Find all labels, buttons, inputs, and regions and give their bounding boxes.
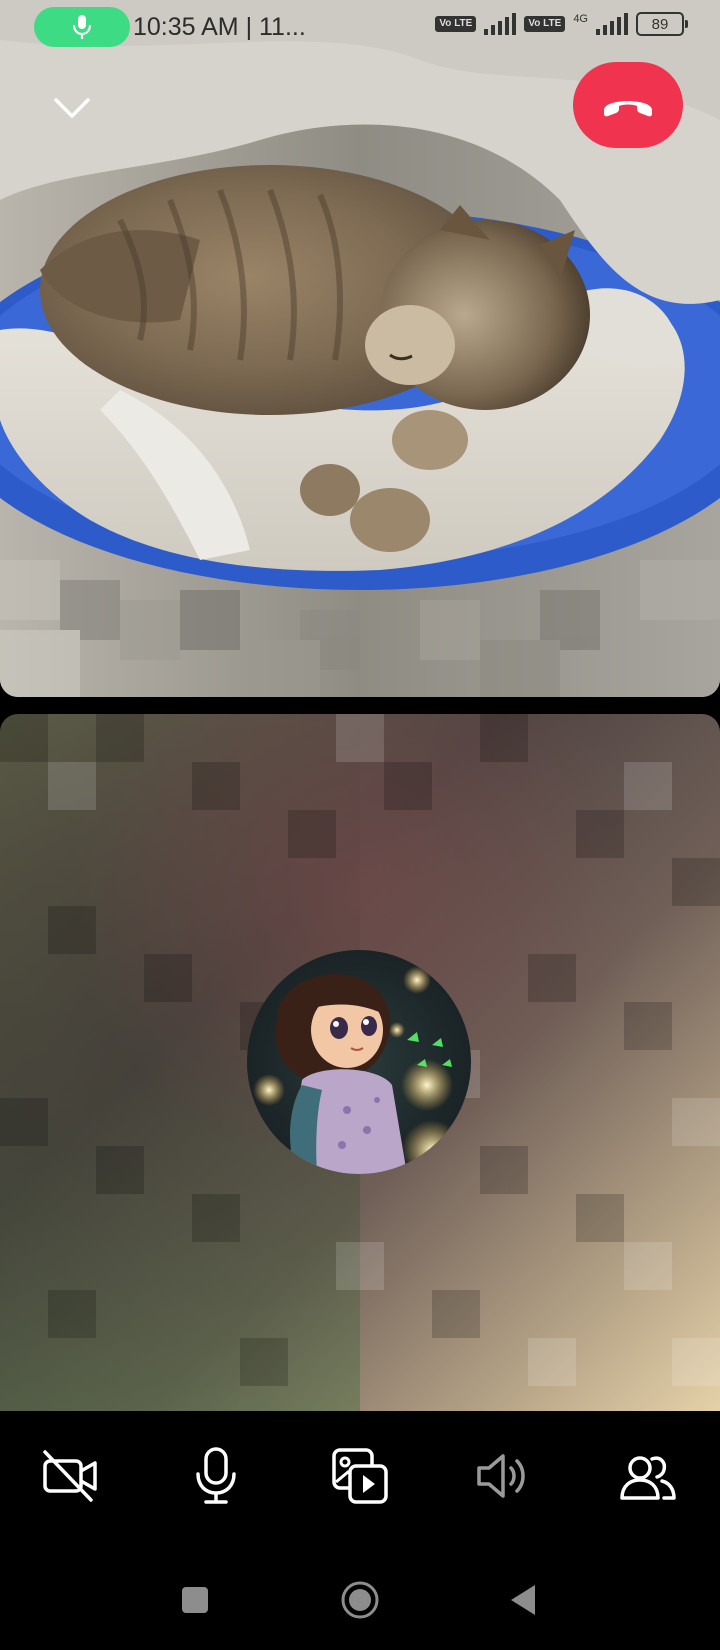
battery-icon: 89 bbox=[636, 12, 688, 36]
back-icon bbox=[511, 1585, 535, 1615]
speaker-icon bbox=[477, 1454, 525, 1498]
volte-badge-2: Vo LTE bbox=[524, 16, 566, 32]
volte-badge-1: Vo LTE bbox=[435, 16, 477, 32]
video-off-icon bbox=[43, 1450, 97, 1502]
mic-icon bbox=[196, 1447, 236, 1504]
status-bar: 10:35 AM | 11... Vo LTE Vo LTE 4G 89 bbox=[0, 0, 720, 56]
status-time: 10:35 AM | 11... bbox=[133, 13, 306, 41]
recents-icon bbox=[182, 1587, 208, 1613]
media-share-button[interactable] bbox=[324, 1440, 396, 1512]
back-button[interactable] bbox=[493, 1570, 553, 1630]
chevron-down-icon bbox=[54, 98, 90, 118]
recents-button[interactable] bbox=[165, 1570, 225, 1630]
microphone-button[interactable] bbox=[180, 1440, 252, 1512]
avatar-image bbox=[247, 950, 471, 1174]
speaker-button[interactable] bbox=[467, 1440, 539, 1512]
media-share-icon bbox=[332, 1448, 388, 1504]
home-icon bbox=[341, 1581, 379, 1619]
end-call-button[interactable] bbox=[573, 62, 683, 148]
network-type: 4G bbox=[573, 13, 588, 25]
collapse-button[interactable] bbox=[48, 84, 96, 132]
home-button[interactable] bbox=[330, 1570, 390, 1630]
camera-toggle-button[interactable] bbox=[35, 1440, 107, 1512]
avatar bbox=[247, 950, 471, 1174]
participants-button[interactable] bbox=[612, 1440, 684, 1512]
mic-indicator-pill[interactable] bbox=[34, 7, 130, 47]
call-controls bbox=[0, 1440, 720, 1512]
participants-icon bbox=[620, 1456, 676, 1500]
system-nav-bar bbox=[0, 1570, 720, 1640]
signal-icon-2 bbox=[596, 13, 628, 35]
video-call-screen: 10:35 AM | 11... Vo LTE Vo LTE 4G 89 bbox=[0, 0, 720, 1650]
mic-icon bbox=[72, 15, 92, 39]
signal-icon-1 bbox=[484, 13, 517, 35]
phone-hangup-icon bbox=[604, 101, 652, 117]
status-icons: Vo LTE Vo LTE 4G 89 bbox=[435, 12, 688, 36]
battery-level: 89 bbox=[651, 15, 669, 33]
